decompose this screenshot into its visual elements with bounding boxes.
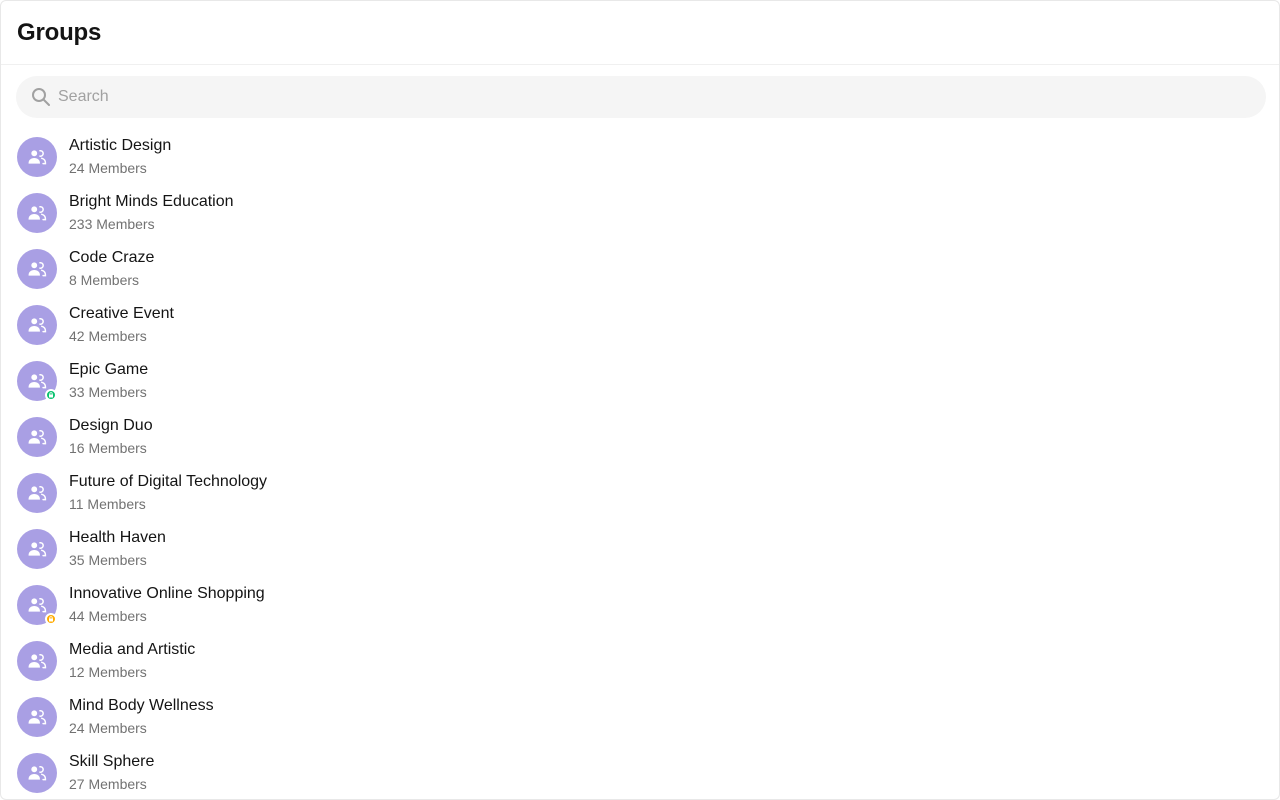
group-text: Bright Minds Education 233 Members: [69, 192, 234, 234]
member-count: 11 Members: [69, 496, 146, 512]
list-item[interactable]: Design Duo 16 Members: [1, 409, 1279, 465]
group-text: Media and Artistic 12 Members: [69, 640, 195, 682]
page-title: Groups: [17, 19, 102, 46]
member-count: 42 Members: [69, 328, 147, 344]
group-avatar: [17, 417, 57, 457]
group-name: Artistic Design: [69, 137, 172, 154]
member-count: 8 Members: [69, 272, 140, 288]
group-text: Future of Digital Technology 11 Members: [69, 472, 267, 514]
group-avatar: [17, 529, 57, 569]
group-name: Design Duo: [69, 417, 153, 434]
group-icon: [26, 202, 48, 224]
group-icon: [26, 426, 48, 448]
member-count: 27 Members: [69, 776, 147, 792]
member-count: 33 Members: [69, 384, 147, 400]
group-avatar: [17, 249, 57, 289]
list-item[interactable]: Code Craze 8 Members: [1, 241, 1279, 297]
list-item[interactable]: Epic Game 33 Members: [1, 353, 1279, 409]
group-text: Skill Sphere 27 Members: [69, 752, 154, 794]
member-count: 12 Members: [69, 664, 147, 680]
list-item[interactable]: Artistic Design 24 Members: [1, 129, 1279, 185]
group-name: Innovative Online Shopping: [69, 585, 265, 602]
group-avatar: [17, 641, 57, 681]
groups-panel: Groups Artistic Design 24 Members Bright M…: [0, 0, 1280, 800]
search-input[interactable]: [58, 77, 1238, 117]
group-name: Code Craze: [69, 249, 155, 266]
group-icon: [26, 146, 48, 168]
member-count: 44 Members: [69, 608, 147, 624]
group-name: Health Haven: [69, 529, 166, 546]
group-name: Epic Game: [69, 361, 149, 378]
group-avatar: [17, 473, 57, 513]
group-icon: [26, 258, 48, 280]
group-avatar: [17, 697, 57, 737]
group-text: Code Craze 8 Members: [69, 248, 154, 290]
group-avatar: [17, 753, 57, 793]
list-item[interactable]: Skill Sphere 27 Members: [1, 745, 1279, 799]
group-name: Skill Sphere: [69, 753, 155, 770]
list-item[interactable]: Media and Artistic 12 Members: [1, 633, 1279, 689]
private-badge-icon: [45, 613, 57, 625]
list-item[interactable]: Health Haven 35 Members: [1, 521, 1279, 577]
group-text: Epic Game 33 Members: [69, 360, 148, 402]
member-count: 24 Members: [69, 160, 147, 176]
group-name: Creative Event: [69, 305, 174, 322]
search-bar[interactable]: [16, 76, 1266, 118]
group-icon: [26, 594, 48, 616]
group-list: Artistic Design 24 Members Bright Minds Ed…: [1, 129, 1279, 799]
member-count: 35 Members: [69, 552, 147, 568]
group-icon: [26, 650, 48, 672]
group-avatar: [17, 193, 57, 233]
search-icon: [30, 86, 52, 108]
group-name: Media and Artistic: [69, 641, 196, 658]
group-icon: [26, 314, 48, 336]
group-name: Mind Body Wellness: [69, 697, 214, 714]
group-text: Innovative Online Shopping 44 Members: [69, 584, 265, 626]
group-text: Mind Body Wellness 24 Members: [69, 696, 214, 738]
group-name: Future of Digital Technology: [69, 473, 268, 490]
group-text: Health Haven 35 Members: [69, 528, 166, 570]
group-icon: [26, 762, 48, 784]
group-avatar: [17, 361, 57, 401]
group-icon: [26, 482, 48, 504]
group-text: Design Duo 16 Members: [69, 416, 153, 458]
group-text: Creative Event 42 Members: [69, 304, 174, 346]
group-icon: [26, 370, 48, 392]
list-item[interactable]: Future of Digital Technology 11 Members: [1, 465, 1279, 521]
list-item[interactable]: Mind Body Wellness 24 Members: [1, 689, 1279, 745]
group-avatar: [17, 305, 57, 345]
member-count: 233 Members: [69, 216, 155, 232]
member-count: 24 Members: [69, 720, 147, 736]
password-badge-icon: [45, 389, 57, 401]
member-count: 16 Members: [69, 440, 147, 456]
group-icon: [26, 706, 48, 728]
list-item[interactable]: Creative Event 42 Members: [1, 297, 1279, 353]
group-icon: [26, 538, 48, 560]
group-text: Artistic Design 24 Members: [69, 136, 171, 178]
list-item[interactable]: Bright Minds Education 233 Members: [1, 185, 1279, 241]
group-avatar: [17, 585, 57, 625]
list-item[interactable]: Innovative Online Shopping 44 Members: [1, 577, 1279, 633]
group-name: Bright Minds Education: [69, 193, 234, 210]
group-avatar: [17, 137, 57, 177]
header: Groups: [1, 1, 1279, 65]
